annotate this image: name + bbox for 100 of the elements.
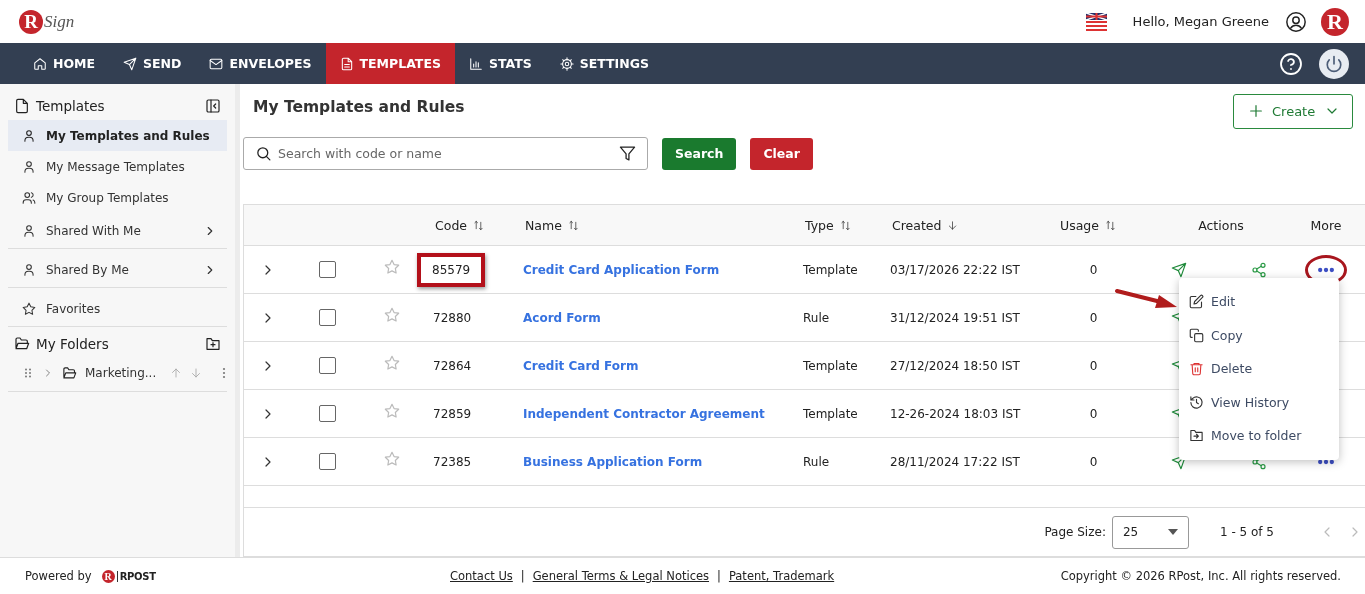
collapse-panel-icon[interactable] [205, 98, 221, 114]
separator: | [716, 569, 722, 583]
row-checkbox[interactable] [318, 309, 336, 326]
usage-cell: 0 [1089, 406, 1098, 421]
created-cell: 31/12/2024 19:51 IST [890, 310, 1020, 325]
column-header[interactable]: Usage [1060, 217, 1099, 233]
sort-icon[interactable] [567, 218, 579, 232]
drag-handle-icon [22, 367, 34, 379]
menu-item[interactable]: Copy [1179, 318, 1339, 352]
search-field[interactable]: Search with code or name [243, 137, 648, 170]
type-cell: Rule [803, 454, 830, 469]
avatar[interactable]: R [1321, 7, 1349, 36]
greeting-text: Hello, Megan Greene [1132, 14, 1269, 29]
sort-icon[interactable] [473, 218, 484, 232]
user-icon [22, 159, 36, 174]
send-icon[interactable] [1170, 261, 1187, 278]
template-link[interactable]: Acord Form [523, 310, 601, 325]
type-cell: Template [803, 358, 858, 373]
template-link[interactable]: Credit Card Form [523, 358, 639, 373]
sort-icon[interactable] [839, 218, 851, 232]
search-button[interactable]: Search [662, 137, 737, 170]
footer-logo: R RPOST [101, 569, 156, 583]
column-header[interactable]: Actions [1198, 217, 1244, 233]
clear-button[interactable]: Clear [750, 137, 813, 170]
star-icon [22, 301, 36, 316]
usage-cell: 0 [1089, 454, 1098, 469]
code-cell-text: 72880 [433, 309, 472, 327]
code-cell-text: 72385 [433, 453, 472, 471]
sidebar-title: My Folders [36, 336, 110, 352]
type-cell: Template [803, 262, 858, 277]
search-icon [255, 145, 272, 162]
document-icon [14, 98, 30, 114]
favorite-star-icon[interactable] [384, 354, 400, 371]
create-button[interactable]: Create [1233, 93, 1353, 129]
caret-down-icon [1167, 529, 1178, 535]
row-checkbox[interactable] [318, 261, 336, 278]
sidebar-item[interactable]: Favorites [8, 291, 227, 327]
nav-tab[interactable]: SEND [109, 43, 196, 84]
row-checkbox[interactable] [318, 453, 336, 470]
trash-icon [1189, 361, 1204, 377]
created-cell: 03/17/2026 22:22 IST [890, 262, 1020, 277]
flag-icon[interactable] [1085, 12, 1107, 31]
footer-link[interactable]: Contact Us [450, 569, 513, 583]
nav-tab[interactable]: ENVELOPES [195, 43, 326, 84]
menu-item[interactable]: View History [1179, 385, 1339, 419]
user-profile-icon[interactable] [1285, 10, 1307, 33]
template-link[interactable]: Credit Card Application Form [523, 262, 720, 277]
page-size-select[interactable]: 25 [1111, 515, 1189, 549]
add-folder-icon[interactable] [205, 336, 221, 352]
created-cell: 28/11/2024 17:22 IST [890, 454, 1020, 469]
menu-item[interactable]: Edit [1179, 285, 1339, 319]
users-icon [22, 190, 36, 205]
sort-icon[interactable] [1104, 218, 1116, 232]
filter-icon[interactable] [619, 145, 636, 162]
column-header[interactable]: Code [435, 217, 467, 233]
footer-link[interactable]: Patent, Trademark [728, 569, 835, 583]
copy-icon [1189, 327, 1204, 343]
power-button[interactable] [1319, 48, 1349, 79]
row-checkbox[interactable] [318, 357, 336, 374]
nav-tab[interactable]: SETTINGS [545, 43, 663, 84]
nav-tab[interactable]: STATS [454, 43, 546, 84]
sidebar-item[interactable]: My Group Templates [8, 182, 227, 213]
home-icon [33, 56, 47, 71]
column-header[interactable]: More [1310, 217, 1342, 233]
favorite-star-icon[interactable] [384, 450, 400, 467]
footer-link[interactable]: General Terms & Legal Notices [532, 569, 710, 583]
row-checkbox[interactable] [318, 405, 336, 422]
template-link[interactable]: Business Application Form [523, 454, 703, 469]
user-icon [22, 262, 36, 277]
template-link[interactable]: Independent Contractor Agreement [523, 406, 765, 421]
arrow-up-icon [170, 367, 183, 379]
usage-cell: 0 [1089, 262, 1098, 277]
sidebar-item[interactable]: Shared By Me [8, 252, 227, 288]
sidebar-item[interactable]: Shared With Me [8, 213, 227, 249]
arrow-down-icon [190, 367, 203, 379]
sort-down-icon[interactable] [947, 218, 959, 232]
column-header[interactable]: Created [892, 217, 942, 233]
share-icon[interactable] [1250, 261, 1267, 278]
sidebar-item[interactable]: My Templates and Rules [8, 120, 227, 151]
menu-item[interactable]: Move to folder [1179, 419, 1339, 453]
sidebar-item[interactable]: My Message Templates [8, 151, 227, 182]
column-header[interactable]: Type [805, 217, 834, 233]
logo[interactable]: R Sign [19, 9, 75, 34]
nav-tab[interactable]: TEMPLATES [325, 43, 455, 84]
usage-cell: 0 [1089, 358, 1098, 373]
favorite-star-icon[interactable] [384, 402, 400, 419]
favorite-star-icon[interactable] [384, 258, 400, 275]
settings-icon [559, 56, 574, 71]
column-header[interactable]: Name [525, 217, 562, 233]
code-cell: 85579 [417, 252, 486, 287]
created-cell: 12-26-2024 18:03 IST [890, 406, 1021, 421]
menu-item[interactable]: Delete [1179, 352, 1339, 386]
history-icon [1189, 394, 1204, 410]
page-size-label: Page Size: [1044, 525, 1106, 539]
favorite-star-icon[interactable] [384, 306, 400, 323]
nav-tab[interactable]: HOME [19, 43, 110, 84]
powered-by-text: Powered by [25, 569, 92, 583]
folder-item[interactable]: Marketing... [85, 366, 157, 380]
help-icon[interactable] [1279, 51, 1303, 76]
power-icon [1325, 54, 1343, 73]
